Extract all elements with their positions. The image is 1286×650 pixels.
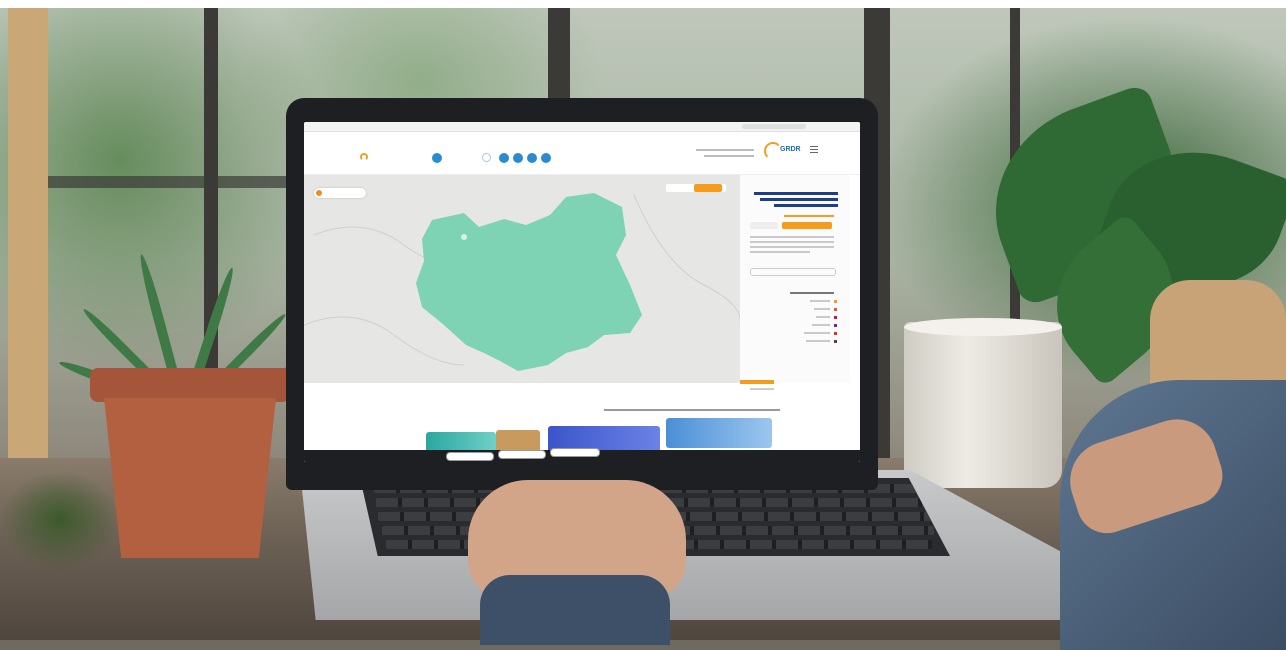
wooden-easel — [8, 8, 48, 468]
legend-swatch — [834, 332, 837, 335]
window-frame — [548, 8, 570, 108]
panel-search[interactable] — [750, 268, 836, 276]
top-white-strip — [0, 0, 1286, 8]
legend-row — [806, 340, 830, 342]
panel-secondary-button[interactable] — [750, 222, 778, 229]
region-shape — [416, 193, 642, 371]
moss-plant — [0, 470, 120, 570]
legend-row — [814, 308, 830, 310]
legend-swatch — [834, 308, 837, 311]
plant-pot — [104, 398, 276, 558]
panel-title-line — [760, 198, 838, 201]
legend-dot-icon — [316, 190, 322, 196]
left-sleeve — [480, 575, 670, 645]
social-circle-icon[interactable] — [527, 153, 537, 163]
social-circle-icon[interactable] — [513, 153, 523, 163]
menu-icon[interactable] — [810, 144, 818, 153]
section-title-bar — [740, 380, 774, 384]
url-field[interactable] — [742, 124, 806, 129]
content-card[interactable] — [666, 418, 772, 448]
legend-swatch — [834, 316, 837, 319]
footer-pill-button[interactable] — [446, 452, 494, 461]
nav-outline-icon[interactable] — [482, 153, 491, 162]
legend-swatch — [834, 300, 837, 303]
legend-row — [816, 316, 830, 318]
legend-row — [804, 332, 830, 334]
legend-row — [810, 300, 830, 302]
panel-primary-button[interactable] — [782, 222, 832, 229]
legend-row — [812, 324, 830, 326]
legend-swatch — [834, 340, 837, 343]
panel-text-line — [750, 251, 810, 253]
panel-text-line — [750, 236, 834, 238]
site-logo[interactable]: GRDR — [780, 146, 801, 153]
coffee-mug-rim — [904, 318, 1062, 336]
footer-pill-button[interactable] — [498, 450, 546, 459]
plant-pot-rim — [90, 368, 290, 402]
contact-line — [704, 155, 754, 157]
section-subbar — [750, 388, 774, 390]
footer-pill-button[interactable] — [550, 448, 600, 457]
legend-swatch — [834, 324, 837, 327]
social-circle-icon[interactable] — [541, 153, 551, 163]
map-svg — [304, 193, 741, 371]
panel-title-line — [774, 204, 838, 207]
panel-title-line — [754, 192, 838, 195]
nav-arch-icon[interactable] — [360, 153, 368, 161]
panel-subline — [784, 215, 834, 217]
panel-heading-line — [790, 292, 834, 294]
panel-text-line — [750, 246, 834, 248]
map-canvas[interactable] — [304, 175, 741, 383]
laptop-screen: GRDR — [304, 122, 860, 462]
nav-circle-icon[interactable] — [432, 153, 442, 163]
social-circle-icon[interactable] — [499, 153, 509, 163]
section-subtitle-line — [604, 409, 780, 411]
contact-line — [696, 149, 754, 151]
map-toggle-active[interactable] — [694, 184, 722, 192]
coffee-mug — [904, 322, 1062, 488]
panel-text-line — [750, 241, 834, 243]
